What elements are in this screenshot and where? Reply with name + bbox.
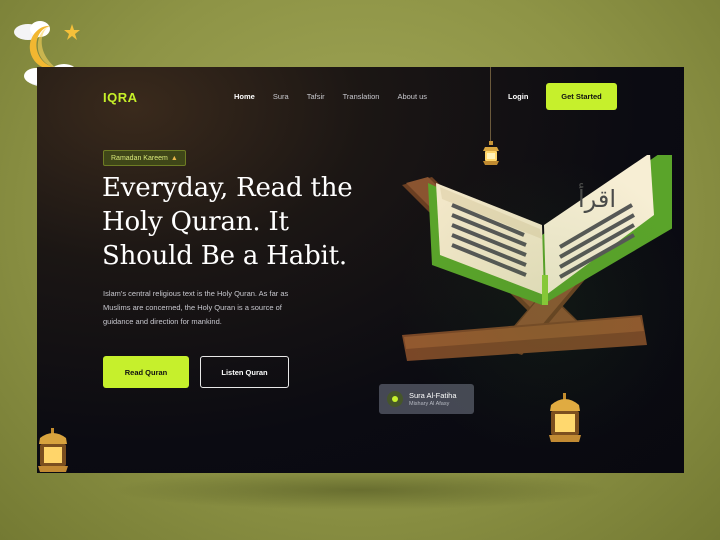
nav-link-about-us[interactable]: About us xyxy=(397,92,427,101)
headline-line: Everyday, Read the xyxy=(102,173,353,203)
nav-link-home[interactable]: Home xyxy=(234,92,255,101)
description-line: guidance and direction for mankind. xyxy=(103,317,222,326)
get-started-button[interactable]: Get Started xyxy=(546,83,617,110)
hero-description: Islam's central religious text is the Ho… xyxy=(103,287,358,329)
ramadan-badge: Ramadan Kareem ▲ xyxy=(103,150,186,166)
headline-line: Holy Quran. It xyxy=(102,207,289,237)
quran-stand-illustration: اقرأ xyxy=(402,155,672,361)
audio-player-card[interactable]: Sura Al-Fatiha Mishary Al Afasy xyxy=(379,384,474,414)
main-nav: Home Sura Tafsir Translation About us xyxy=(234,92,445,101)
description-line: Muslims are concerned, the Holy Quran is… xyxy=(103,303,282,312)
nav-link-translation[interactable]: Translation xyxy=(343,92,380,101)
badge-label: Ramadan Kareem xyxy=(111,154,168,162)
reciter-name: Mishary Al Afasy xyxy=(409,401,450,407)
lantern-icon xyxy=(549,393,581,442)
lantern-string xyxy=(490,67,491,142)
iqra-calligraphy: اقرأ xyxy=(578,183,616,213)
landing-panel: IQRA Home Sura Tafsir Translation About … xyxy=(37,67,684,473)
hero-headline: Everyday, Read the Holy Quran. It Should… xyxy=(102,171,382,273)
track-title: Sura Al-Fatiha xyxy=(409,391,457,400)
login-link[interactable]: Login xyxy=(508,92,528,101)
lantern-icon xyxy=(38,428,68,472)
mosque-icon: ▲ xyxy=(170,154,178,162)
headline-line: Should Be a Habit. xyxy=(102,241,347,271)
description-line: Islam's central religious text is the Ho… xyxy=(103,289,289,298)
floor-shadow xyxy=(110,470,610,510)
hanging-lantern-icon xyxy=(483,141,499,165)
read-quran-button[interactable]: Read Quran xyxy=(103,356,189,388)
listen-quran-button[interactable]: Listen Quran xyxy=(200,356,289,388)
nav-link-sura[interactable]: Sura xyxy=(273,92,289,101)
player-meta: Sura Al-Fatiha Mishary Al Afasy xyxy=(409,391,457,407)
logo[interactable]: IQRA xyxy=(103,90,138,105)
play-disc-icon[interactable] xyxy=(387,391,403,407)
nav-link-tafsir[interactable]: Tafsir xyxy=(307,92,325,101)
